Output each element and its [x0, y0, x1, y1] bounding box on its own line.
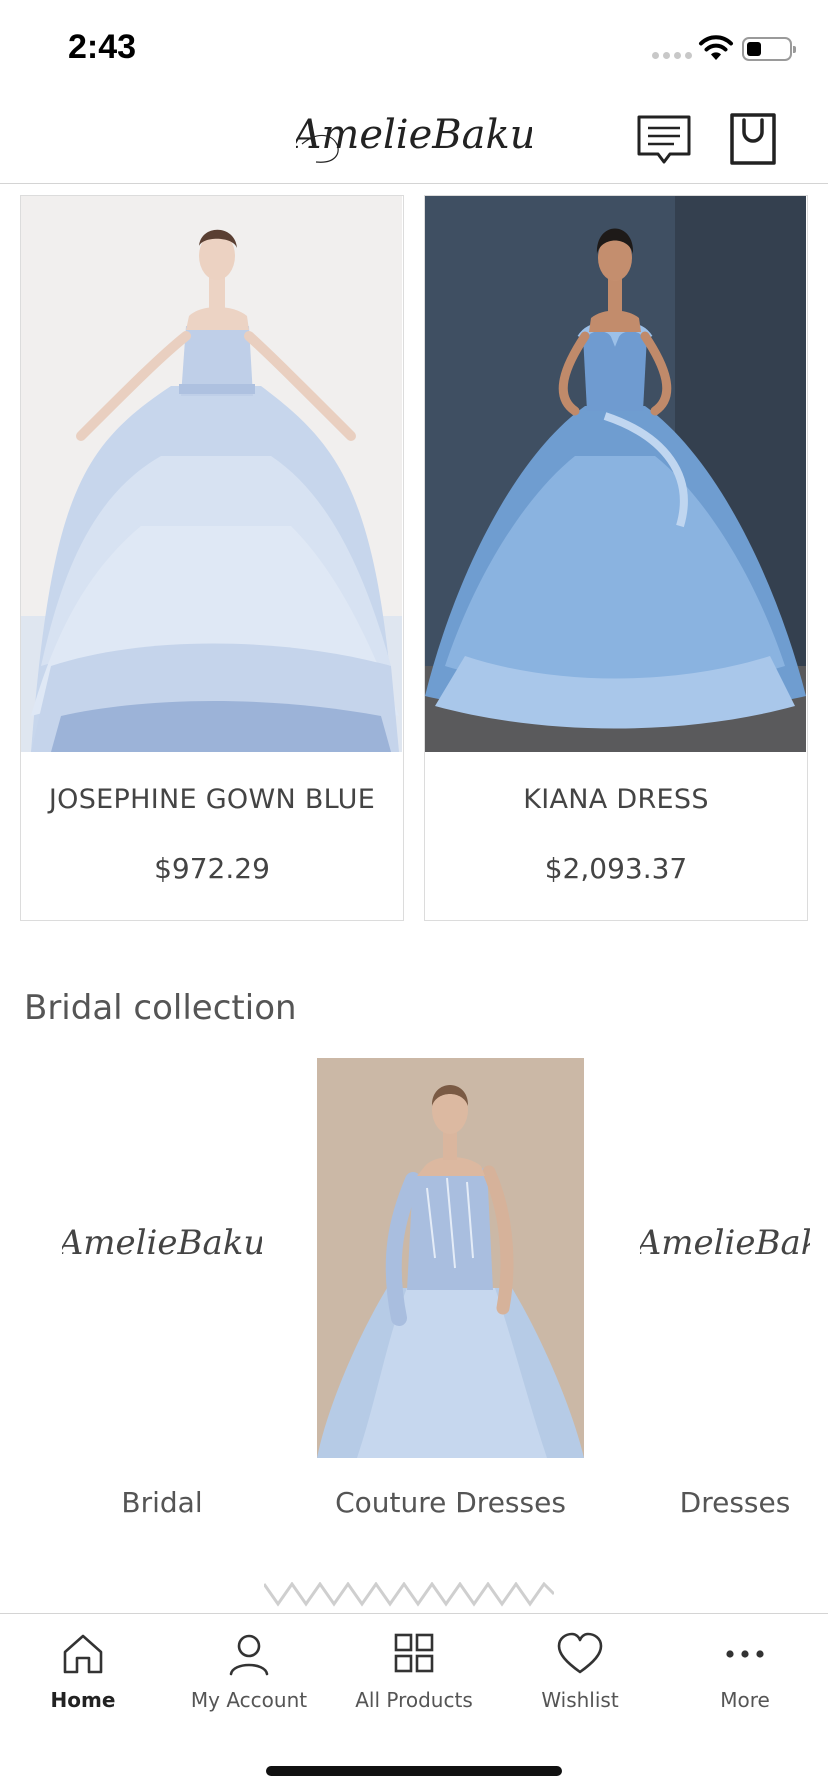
grid-icon	[394, 1633, 434, 1673]
status-time: 2:43	[68, 28, 137, 66]
product-price: $2,093.37	[544, 852, 688, 885]
more-icon	[726, 1650, 764, 1658]
battery-icon	[742, 37, 796, 61]
brand-logo-text: AmelieBaku	[296, 112, 532, 158]
product-name[interactable]: JOSEPHINE GOWN BLUE	[21, 784, 403, 815]
wifi-icon	[699, 35, 733, 60]
heart-icon	[557, 1632, 603, 1674]
collection-image[interactable]	[317, 1058, 584, 1458]
brand-logo[interactable]: AmelieBaku	[296, 96, 532, 184]
status-bar: 2:43	[0, 0, 828, 96]
product-price: $972.29	[154, 852, 270, 885]
user-icon	[229, 1634, 269, 1676]
tab-label: My Account	[190, 1688, 308, 1712]
tab-all-products[interactable]: All Products	[331, 1632, 497, 1732]
product-image[interactable]	[425, 196, 806, 752]
tab-label: Home	[50, 1688, 116, 1712]
product-name[interactable]: KIANA DRESS	[425, 784, 807, 815]
product-card[interactable]: KIANA DRESS $2,093.37	[424, 195, 808, 921]
tab-home[interactable]: Home	[0, 1632, 166, 1732]
app-header: AmelieBaku	[0, 96, 828, 184]
collection-logo-text: AmelieBaku	[62, 1223, 262, 1263]
home-icon	[63, 1634, 103, 1674]
product-image[interactable]	[21, 196, 402, 752]
tab-more[interactable]: More	[662, 1632, 828, 1732]
tab-label: All Products	[355, 1688, 473, 1712]
tab-label: More	[720, 1688, 770, 1712]
tab-my-account[interactable]: My Account	[166, 1632, 332, 1732]
section-title: Bridal collection	[24, 988, 297, 1028]
cellular-signal-icon	[652, 52, 692, 59]
collection-logo-text: AmelieBaku	[640, 1223, 810, 1263]
tab-label: Wishlist	[541, 1688, 619, 1712]
collection-logo-placeholder[interactable]: AmelieBaku	[640, 1210, 810, 1280]
collection-label[interactable]: Dresses	[660, 1486, 810, 1519]
collection-label[interactable]: Couture Dresses	[317, 1486, 584, 1519]
chat-icon[interactable]	[636, 114, 692, 166]
collection-label[interactable]: Bridal	[62, 1486, 262, 1519]
decorative-zigzag	[264, 1582, 554, 1607]
shopping-bag-icon[interactable]	[728, 112, 778, 166]
home-indicator[interactable]	[266, 1766, 562, 1776]
tab-wishlist[interactable]: Wishlist	[497, 1632, 663, 1732]
collection-logo-placeholder[interactable]: AmelieBaku	[62, 1210, 262, 1280]
product-card[interactable]: JOSEPHINE GOWN BLUE $972.29	[20, 195, 404, 921]
